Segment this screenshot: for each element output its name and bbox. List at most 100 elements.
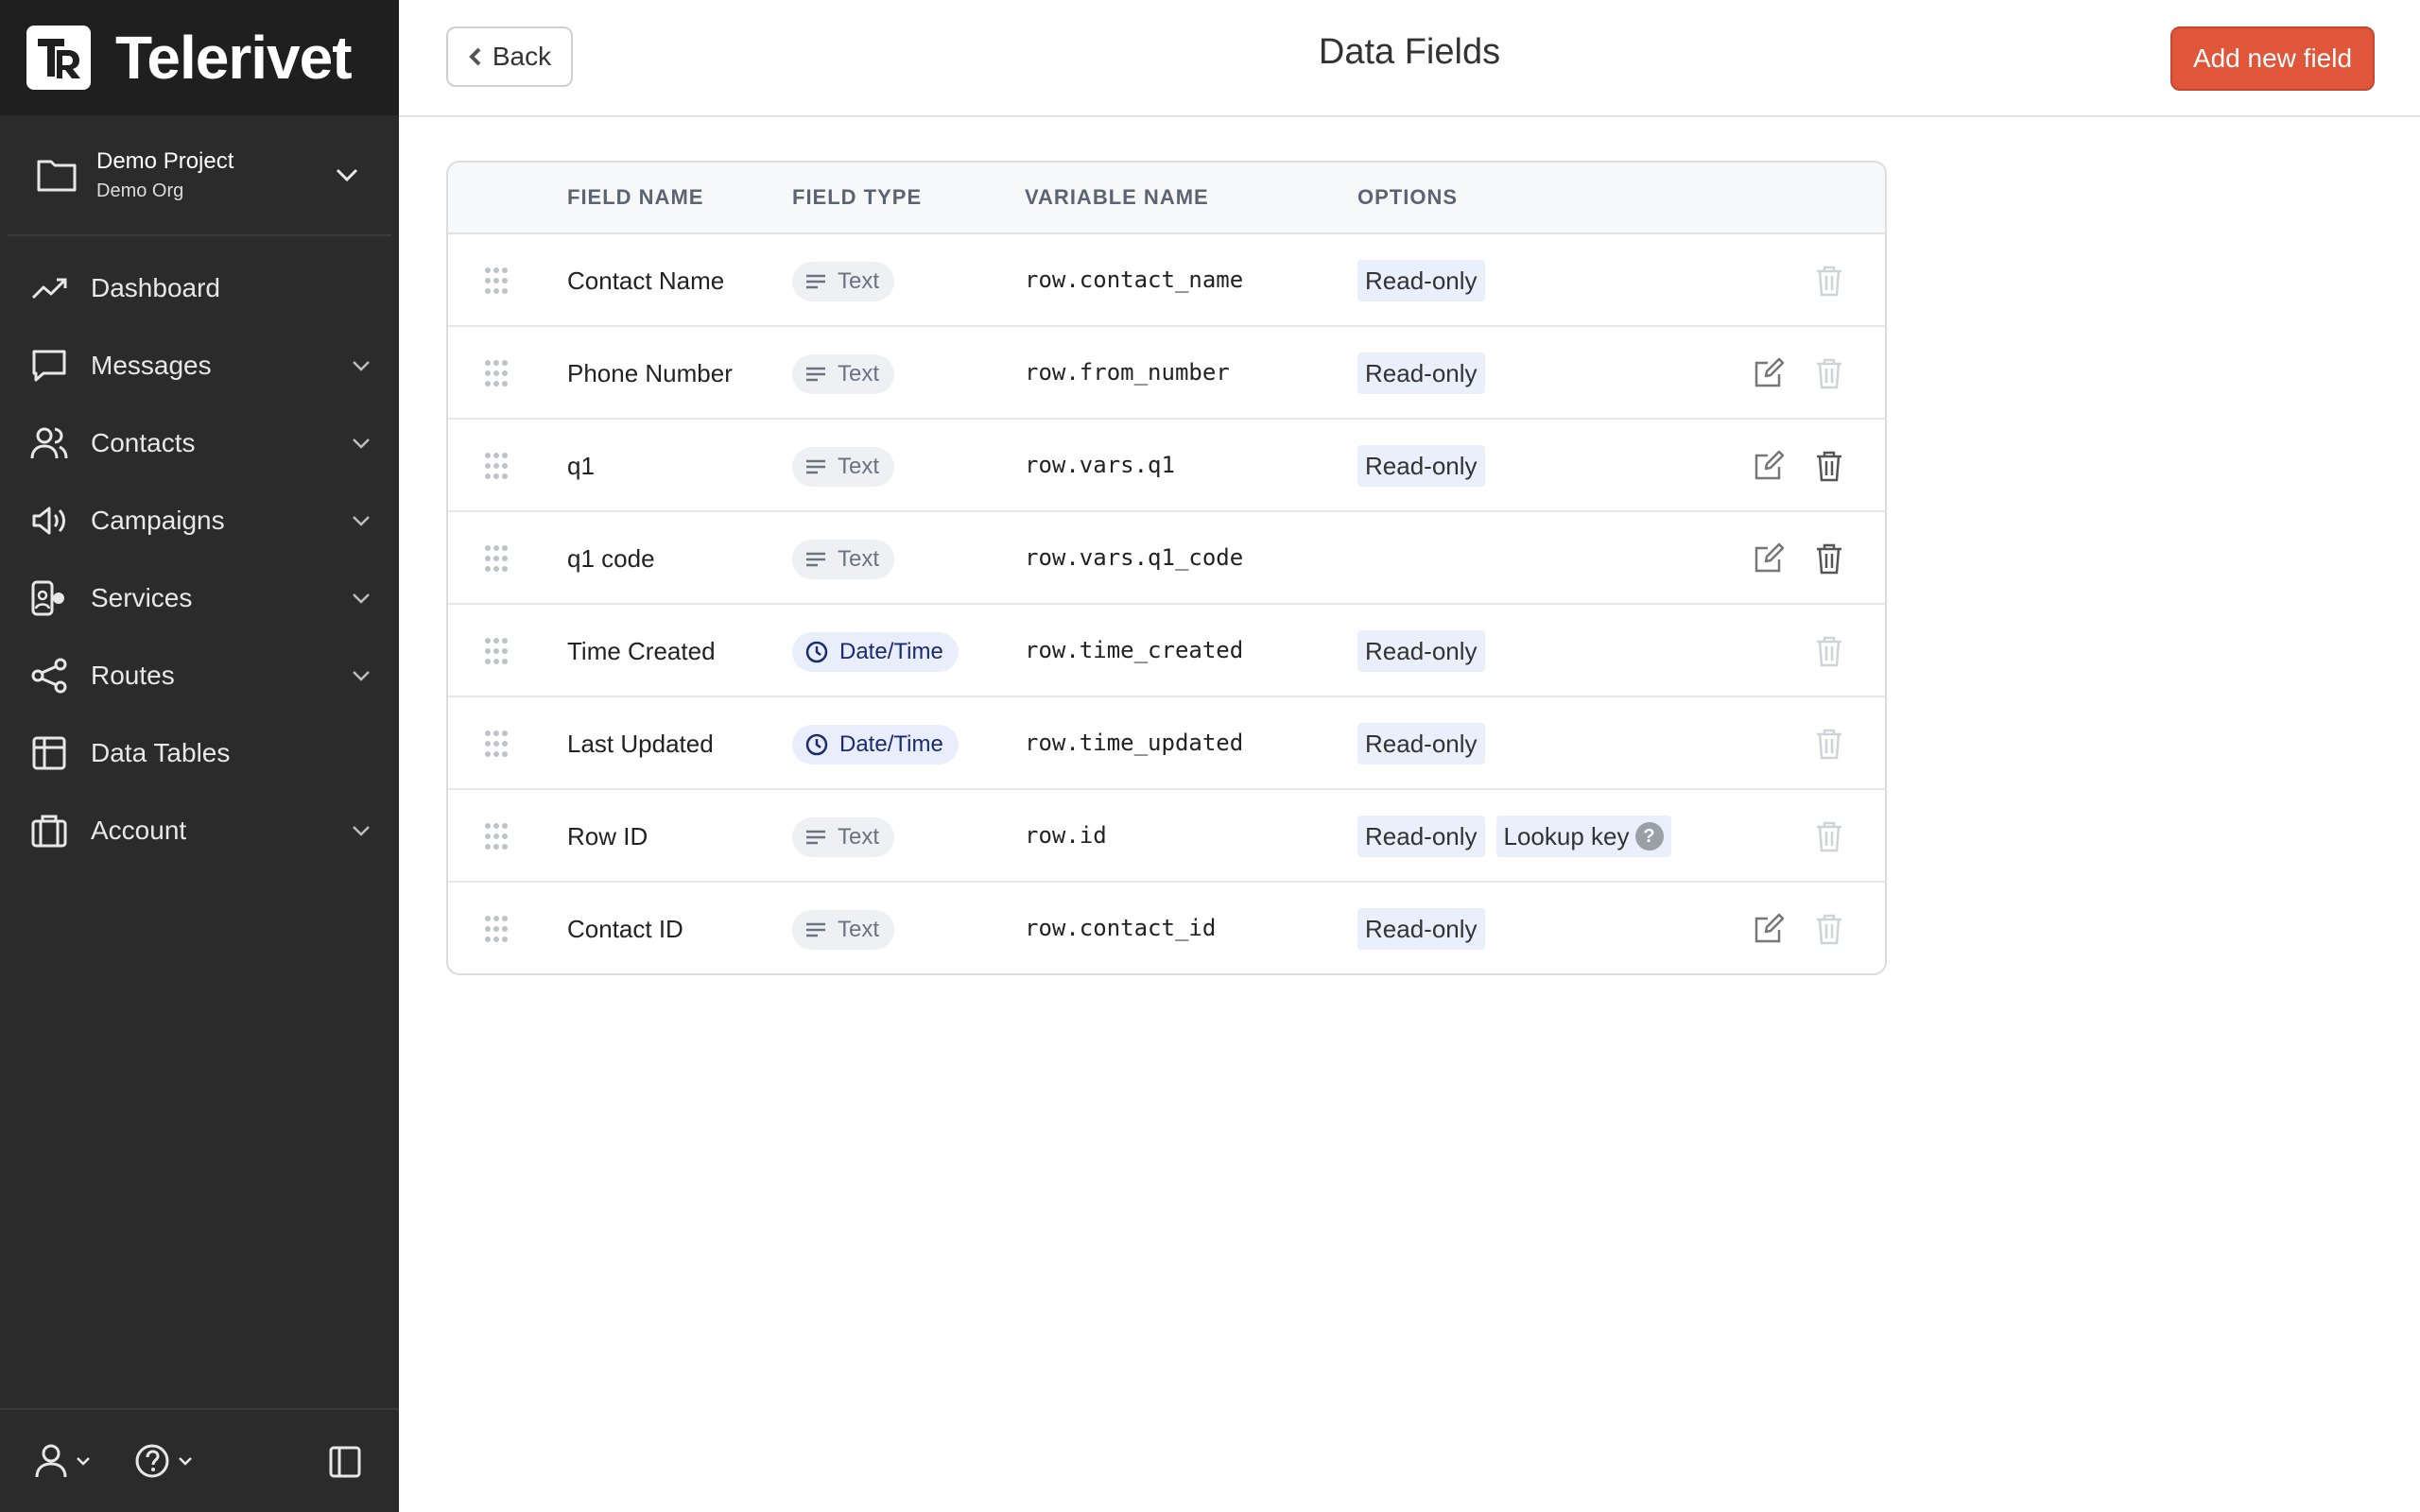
drag-handle-icon[interactable] — [484, 822, 509, 850]
chevron-down-icon — [353, 361, 370, 371]
megaphone-icon — [32, 507, 65, 535]
trash-icon — [1817, 266, 1841, 297]
sidebar-item-data-tables[interactable]: Data Tables — [0, 714, 399, 792]
chevron-down-icon — [353, 593, 370, 604]
table-row: Last Updated Date/Time row.time_updated Rea… — [448, 697, 1885, 790]
option-label: Lookup key — [1503, 821, 1630, 850]
edit-icon[interactable] — [1753, 542, 1785, 575]
chevron-down-icon — [353, 826, 370, 836]
trash-icon — [1817, 914, 1841, 945]
field-type-badge: Text — [792, 540, 895, 579]
column-field-type: FIELD TYPE — [792, 185, 923, 209]
sidebar-item-account[interactable]: Account — [0, 792, 399, 869]
trending-up-icon — [31, 278, 67, 300]
variable-name: row.id — [1025, 822, 1107, 849]
drag-handle-icon[interactable] — [484, 544, 509, 573]
table-row: Time Created Date/Time row.time_created Rea… — [448, 605, 1885, 697]
drag-handle-icon[interactable] — [484, 637, 509, 665]
sidebar-item-messages[interactable]: Messages — [0, 327, 399, 404]
option-label: Read-only — [1365, 821, 1478, 850]
field-type-badge: Date/Time — [792, 632, 959, 672]
option-tag: Read-only — [1357, 445, 1485, 487]
edit-icon[interactable] — [1753, 357, 1785, 389]
option-tag: Read-only — [1357, 630, 1485, 672]
text-lines-icon — [806, 830, 825, 845]
drag-handle-icon[interactable] — [484, 452, 509, 480]
data-fields-table: FIELD NAME FIELD TYPE VARIABLE NAME OPTI… — [446, 161, 1887, 975]
field-type-label: Text — [838, 268, 880, 294]
project-switcher[interactable]: Demo Project Demo Org — [8, 115, 391, 236]
field-type-badge: Date/Time — [792, 725, 959, 765]
drag-handle-icon[interactable] — [484, 266, 509, 295]
table-row: q1 code Text row.vars.q1_code — [448, 512, 1885, 605]
variable-name: row.from_number — [1025, 359, 1230, 386]
field-options: Read-only — [1357, 445, 1496, 487]
brand-name: Telerivet — [115, 24, 352, 92]
help-icon[interactable]: ? — [1634, 822, 1664, 850]
sidebar-item-contacts[interactable]: Contacts — [0, 404, 399, 482]
page-title: Data Fields — [1318, 32, 1501, 72]
chevron-down-icon — [353, 516, 370, 526]
drag-handle-icon[interactable] — [484, 730, 509, 758]
sidebar-nav: Dashboard Messages Contacts Campaigns Servic… — [0, 249, 399, 869]
option-label: Read-only — [1365, 451, 1478, 480]
sidebar-item-dashboard[interactable]: Dashboard — [0, 249, 399, 327]
variable-name: row.time_created — [1025, 637, 1244, 663]
services-icon — [31, 580, 64, 616]
variable-name: row.vars.q1_code — [1025, 544, 1244, 571]
folder-icon — [37, 160, 77, 192]
table-header: FIELD NAME FIELD TYPE VARIABLE NAME OPTI… — [448, 163, 1885, 234]
edit-icon[interactable] — [1753, 913, 1785, 945]
field-options: Read-only — [1357, 723, 1496, 765]
field-options: Read-only — [1357, 908, 1496, 950]
page-header: Back Data Fields Add new field — [399, 0, 2420, 117]
table-row: Contact Name Text row.contact_name Read-onl… — [448, 234, 1885, 327]
share-icon — [31, 658, 67, 694]
sidebar-footer — [0, 1408, 399, 1512]
sidebar-item-campaigns[interactable]: Campaigns — [0, 482, 399, 559]
sidebar-item-label: Campaigns — [91, 506, 225, 535]
trash-icon — [1817, 636, 1841, 667]
user-menu[interactable] — [34, 1443, 91, 1479]
clock-icon — [805, 641, 828, 663]
add-new-field-button[interactable]: Add new field — [2170, 26, 2375, 91]
chevron-down-icon — [77, 1457, 90, 1466]
project-org: Demo Org — [96, 180, 184, 201]
table-row: Phone Number Text row.from_number Read-only — [448, 327, 1885, 420]
message-icon — [32, 350, 66, 382]
field-type-badge: Text — [792, 354, 895, 394]
telerivet-logo-icon — [26, 26, 91, 90]
field-type-badge: Text — [792, 910, 895, 950]
column-variable-name: VARIABLE NAME — [1025, 185, 1209, 209]
clock-icon — [805, 733, 828, 756]
trash-icon[interactable] — [1815, 450, 1843, 482]
field-type-label: Text — [838, 917, 880, 942]
field-name: Row ID — [567, 822, 648, 850]
variable-name: row.contact_name — [1025, 266, 1244, 293]
field-name: q1 — [567, 452, 595, 480]
help-menu[interactable] — [134, 1443, 193, 1479]
field-type-label: Text — [838, 546, 880, 572]
sidebar-toggle-icon[interactable] — [329, 1446, 361, 1478]
sidebar-item-label: Routes — [91, 661, 175, 690]
chevron-down-icon — [179, 1457, 192, 1466]
sidebar-item-routes[interactable]: Routes — [0, 637, 399, 714]
drag-handle-icon[interactable] — [484, 915, 509, 943]
drag-handle-icon[interactable] — [484, 359, 509, 387]
text-lines-icon — [806, 922, 825, 937]
trash-icon[interactable] — [1815, 542, 1843, 575]
field-name: q1 code — [567, 544, 655, 573]
sidebar-item-services[interactable]: Services — [0, 559, 399, 637]
brand[interactable]: Telerivet — [0, 0, 399, 115]
sidebar-item-label: Messages — [91, 351, 212, 380]
field-type-label: Text — [838, 824, 880, 850]
option-label: Read-only — [1365, 636, 1478, 665]
option-tag: Read-only — [1357, 723, 1485, 765]
field-name: Contact Name — [567, 266, 725, 295]
variable-name: row.contact_id — [1025, 915, 1217, 941]
option-label: Read-only — [1365, 266, 1478, 295]
option-tag: Lookup key? — [1495, 816, 1671, 857]
table-body: Contact Name Text row.contact_name Read-onl… — [448, 234, 1885, 973]
trash-icon — [1817, 729, 1841, 760]
edit-icon[interactable] — [1753, 450, 1785, 482]
